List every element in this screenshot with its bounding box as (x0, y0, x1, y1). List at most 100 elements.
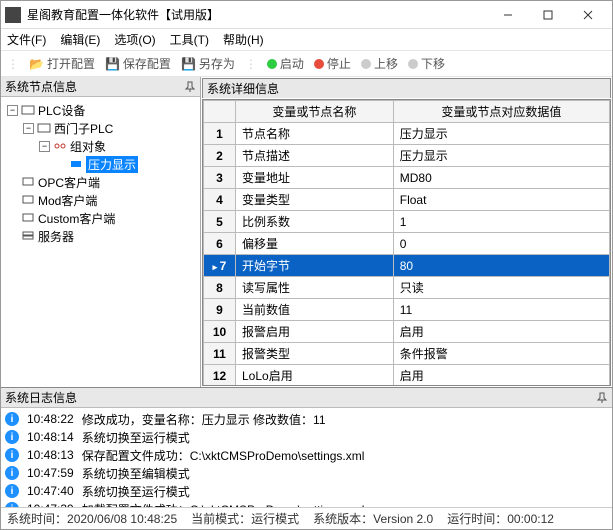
stop-button[interactable]: 停止 (314, 55, 351, 72)
table-row[interactable]: 10报警启用启用 (204, 321, 610, 343)
cell-value[interactable]: 11 (393, 299, 609, 321)
pin-icon[interactable] (184, 81, 196, 93)
menubar: 文件(F) 编辑(E) 选项(O) 工具(T) 帮助(H) (1, 29, 612, 51)
table-row[interactable]: 2节点描述压力显示 (204, 145, 610, 167)
plc-icon (37, 122, 51, 134)
saveas-button[interactable]: 💾另存为 (181, 55, 235, 72)
down-icon (408, 59, 418, 69)
pin-icon[interactable] (596, 392, 608, 404)
table-row[interactable]: 8读写属性只读 (204, 277, 610, 299)
cell-name: 节点名称 (236, 123, 394, 145)
log-message: 系统切换至运行模式 (82, 483, 190, 500)
folder-icon: 📂 (29, 57, 44, 71)
menu-file[interactable]: 文件(F) (7, 31, 46, 48)
table-row[interactable]: 11报警类型条件报警 (204, 343, 610, 365)
tree-node-opc[interactable]: OPC客户端 (3, 173, 198, 191)
cell-value[interactable]: 只读 (393, 277, 609, 299)
play-icon (267, 59, 277, 69)
log-row[interactable]: i10:47:40系统切换至运行模式 (5, 482, 608, 500)
row-num: 5 (204, 211, 236, 233)
cell-name: 报警类型 (236, 343, 394, 365)
minimize-button[interactable] (488, 2, 528, 28)
row-num: 7 (204, 255, 236, 277)
down-button[interactable]: 下移 (408, 55, 445, 72)
row-num: 1 (204, 123, 236, 145)
app-icon (5, 7, 21, 23)
table-row[interactable]: 7开始字节80 (204, 255, 610, 277)
info-icon: i (5, 484, 19, 498)
log-time: 10:48:13 (27, 448, 74, 462)
row-num: 2 (204, 145, 236, 167)
tree-node-group[interactable]: −组对象 (3, 137, 198, 155)
cell-value[interactable]: 条件报警 (393, 343, 609, 365)
table-row[interactable]: 1节点名称压力显示 (204, 123, 610, 145)
log-message: 系统切换至编辑模式 (82, 465, 190, 482)
saveas-icon: 💾 (181, 57, 196, 71)
table-row[interactable]: 6偏移量0 (204, 233, 610, 255)
tree-node-mod[interactable]: Mod客户端 (3, 191, 198, 209)
info-icon: i (5, 448, 19, 462)
log-row[interactable]: i 10:47:59 系统切换至编辑模式 (5, 464, 608, 482)
open-button[interactable]: 📂打开配置 (29, 55, 95, 72)
detail-grid[interactable]: 变量或节点名称 变量或节点对应数据值 1节点名称压力显示2节点描述压力显示3变量… (202, 99, 611, 386)
log-row[interactable]: i10:48:22修改成功，变量名称：压力显示 修改数值：11 (5, 410, 608, 428)
cell-value[interactable]: 0 (393, 233, 609, 255)
log-message: 系统切换至运行模式 (82, 429, 190, 446)
log-time: 10:47:59 (27, 466, 74, 480)
cell-value[interactable]: 启用 (393, 365, 609, 387)
cell-value[interactable]: 压力显示 (393, 145, 609, 167)
tree[interactable]: −PLC设备 −西门子PLC −组对象 压力显示 OPC客户端 Mod客户端 C… (1, 97, 200, 387)
cell-value[interactable]: MD80 (393, 167, 609, 189)
menu-help[interactable]: 帮助(H) (223, 31, 264, 48)
tree-node-pressure[interactable]: 压力显示 (3, 155, 198, 173)
window-title: 星阁教育配置一体化软件【试用版】 (27, 6, 488, 23)
menu-options[interactable]: 选项(O) (114, 31, 155, 48)
table-row[interactable]: 3变量地址MD80 (204, 167, 610, 189)
col-name: 变量或节点名称 (236, 101, 394, 123)
start-button[interactable]: 启动 (267, 55, 304, 72)
cell-value[interactable]: 80 (393, 255, 609, 277)
up-button[interactable]: 上移 (361, 55, 398, 72)
tree-node-plc[interactable]: −西门子PLC (3, 119, 198, 137)
tree-node-server[interactable]: 服务器 (3, 227, 198, 245)
info-icon: i (5, 466, 19, 480)
table-row[interactable]: 12LoLo启用启用 (204, 365, 610, 387)
tree-node-custom[interactable]: Custom客户端 (3, 209, 198, 227)
log-message: 保存配置文件成功：C:\xktCMSProDemo\settings.xml (82, 447, 365, 464)
cell-name: 当前数值 (236, 299, 394, 321)
table-row[interactable]: 9当前数值11 (204, 299, 610, 321)
save-button[interactable]: 💾保存配置 (105, 55, 171, 72)
toolbar: ⋮ 📂打开配置 💾保存配置 💾另存为 ⋮ 启动 停止 上移 下移 (1, 51, 612, 77)
log-message: 修改成功，变量名称：压力显示 修改数值：11 (82, 411, 326, 428)
cell-value[interactable]: 启用 (393, 321, 609, 343)
statusbar: 系统时间：2020/06/08 10:48:25 当前模式：运行模式 系统版本：… (1, 507, 612, 529)
col-rownum (204, 101, 236, 123)
log-row[interactable]: i 10:48:13 保存配置文件成功：C:\xktCMSProDemo\setti… (5, 446, 608, 464)
save-icon: 💾 (105, 57, 120, 71)
cell-value[interactable]: Float (393, 189, 609, 211)
menu-tools[interactable]: 工具(T) (170, 31, 209, 48)
cell-name: LoLo启用 (236, 365, 394, 387)
stop-icon (314, 59, 324, 69)
log-panel-header: 系统日志信息 (1, 388, 612, 408)
log-list[interactable]: i10:48:22修改成功，变量名称：压力显示 修改数值：11 i 10:48:14… (1, 408, 612, 507)
close-button[interactable] (568, 2, 608, 28)
row-num: 10 (204, 321, 236, 343)
device-icon (21, 104, 35, 116)
maximize-button[interactable] (528, 2, 568, 28)
log-panel: 系统日志信息 i10:48:22修改成功，变量名称：压力显示 修改数值：11i1… (1, 387, 612, 507)
titlebar: 星阁教育配置一体化软件【试用版】 (1, 1, 612, 29)
table-row[interactable]: 4变量类型Float (204, 189, 610, 211)
cell-name: 报警启用 (236, 321, 394, 343)
cell-name: 变量地址 (236, 167, 394, 189)
log-time: 10:48:14 (27, 430, 74, 444)
log-row[interactable]: i 10:48:14 系统切换至运行模式 (5, 428, 608, 446)
table-row[interactable]: 5比例系数1 (204, 211, 610, 233)
cell-value[interactable]: 压力显示 (393, 123, 609, 145)
tree-node-root[interactable]: −PLC设备 (3, 101, 198, 119)
log-row[interactable]: i10:47:39加载配置文件成功：C:\xktCMSProDemo\setti… (5, 500, 608, 507)
info-icon: i (5, 430, 19, 444)
server-icon (21, 230, 35, 242)
menu-edit[interactable]: 编辑(E) (60, 31, 100, 48)
cell-value[interactable]: 1 (393, 211, 609, 233)
